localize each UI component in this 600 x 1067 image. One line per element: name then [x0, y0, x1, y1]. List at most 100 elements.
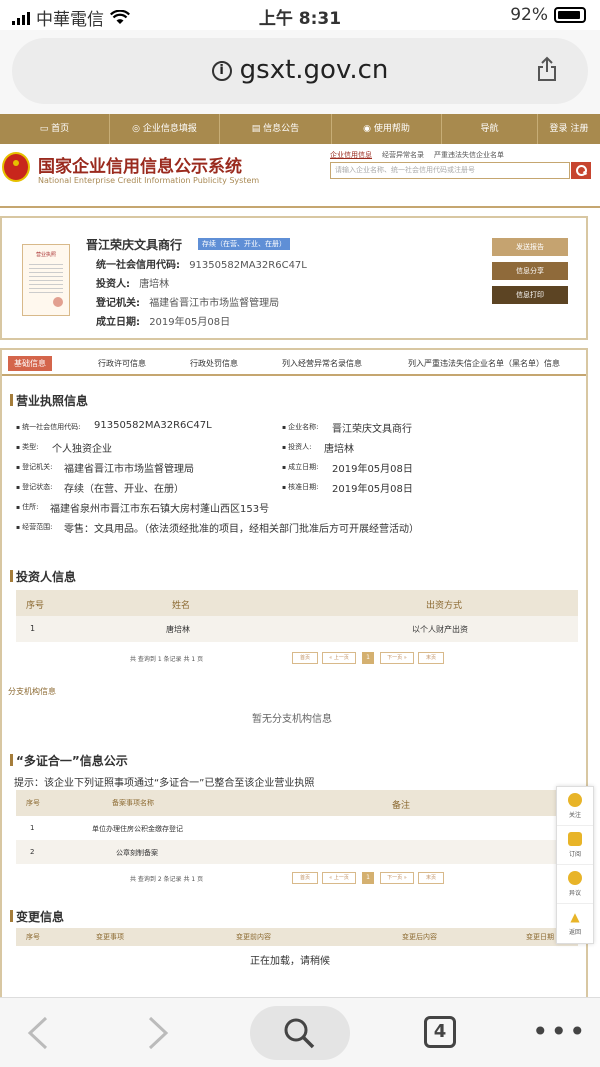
registration-authority: 福建省晋江市市场监督管理局: [149, 298, 280, 309]
send-report-button[interactable]: 发送报告: [492, 238, 568, 256]
more-icon[interactable]: •••: [532, 1018, 588, 1046]
field-label: 类型:: [16, 442, 38, 452]
pager-next[interactable]: 下一页 »: [380, 872, 414, 884]
field-label: 成立日期:: [96, 317, 140, 328]
field-label: 住所:: [16, 502, 38, 512]
company-name: 晋江荣庆文具商行: [86, 238, 183, 252]
field-label: 登记机关:: [16, 462, 52, 472]
field-value: 2019年05月08日: [332, 484, 413, 495]
field-label: 统一社会信用代码:: [16, 422, 80, 432]
section-heading-investors: 投资人信息: [10, 568, 76, 585]
search-tab-abnormal[interactable]: 经营异常名录: [382, 150, 424, 160]
battery-icon: [554, 7, 586, 23]
tab-blacklist[interactable]: 列入严重违法失信企业名单（黑名单）信息: [408, 358, 560, 369]
nav-home[interactable]: ▭ 首页: [0, 114, 110, 144]
plus-icon: [568, 832, 582, 846]
detail-card: 基础信息 行政许可信息 行政处罚信息 列入经营异常名录信息 列入严重违法失信企业…: [0, 348, 588, 997]
pager-current[interactable]: 1: [362, 872, 374, 884]
loading-text: 正在加载，请稍候: [250, 956, 330, 967]
pager-first[interactable]: 首页: [292, 872, 318, 884]
site-subtitle: National Enterprise Credit Information P…: [38, 176, 260, 185]
pager-next[interactable]: 下一页 »: [380, 652, 414, 664]
field-label: 成立日期:: [282, 462, 318, 472]
pager-prev[interactable]: « 上一页: [322, 652, 356, 664]
url-text: gsxt.gov.cn: [239, 55, 389, 85]
pager-last[interactable]: 末页: [418, 872, 444, 884]
field-value: 福建省泉州市晋江市东石镇大房村蓬山西区153号: [50, 504, 270, 515]
share-info-button[interactable]: 信息分享: [492, 262, 568, 280]
field-label: 投资人:: [96, 279, 130, 290]
share-icon[interactable]: [536, 56, 558, 82]
pager-last[interactable]: 末页: [418, 652, 444, 664]
floating-menu: 关注 订阅 异议 ▲ 返回: [556, 786, 594, 944]
company-summary-card: 营业执照 晋江荣庆文具商行 存续（在营、开业、在册） 统一社会信用代码: 913…: [0, 216, 588, 340]
forward-icon[interactable]: [146, 1016, 170, 1050]
tab-abnormal-list[interactable]: 列入经营异常名录信息: [282, 358, 362, 369]
status-bar: 中華電信 上午 8:31 92%: [0, 0, 600, 30]
nav-announcements[interactable]: ▤ 信息公告: [220, 114, 332, 144]
search-tab-credit[interactable]: 企业信用信息: [330, 150, 372, 160]
site-title: 国家企业信用信息公示系统: [38, 157, 242, 177]
info-icon[interactable]: i: [211, 61, 232, 81]
register-link[interactable]: 注册: [570, 124, 588, 134]
field-value: 2019年05月08日: [332, 464, 413, 475]
search-button[interactable]: [250, 1006, 350, 1060]
status-badge: 存续（在营、开业、在册）: [198, 238, 290, 250]
section-heading-branches: 分支机构信息: [8, 687, 56, 696]
license-thumbnail[interactable]: 营业执照: [22, 244, 70, 316]
help-icon: ◉: [363, 124, 374, 134]
investor-name: 唐培林: [139, 279, 170, 290]
established-date: 2019年05月08日: [149, 317, 231, 328]
multi-cert-note: 提示：该企业下列证照事项通过“多证合一”已整合至该企业营业执照: [14, 778, 315, 789]
field-value: 个人独资企业: [52, 444, 112, 455]
tab-admin-penalty[interactable]: 行政处罚信息: [190, 358, 238, 369]
browser-toolbar: 4 •••: [0, 997, 600, 1067]
nav-navigation[interactable]: 导航: [442, 114, 538, 144]
search-input[interactable]: 请输入企业名称、统一社会信用代码或注册号: [330, 162, 570, 179]
branches-empty: 暂无分支机构信息: [252, 714, 332, 725]
investors-table-header: 序号 姓名 出资方式: [16, 590, 578, 616]
multi-cert-table-header: 序号 备案事项名称 备注: [16, 790, 578, 816]
nav-help[interactable]: ◉ 使用帮助: [332, 114, 442, 144]
section-heading-changes: 变更信息: [10, 908, 64, 925]
login-link[interactable]: 登录: [550, 124, 568, 134]
back-icon[interactable]: [26, 1016, 50, 1050]
info-tabs: 基础信息 行政许可信息 行政处罚信息 列入经营异常名录信息 列入严重违法失信企业…: [2, 350, 586, 376]
field-label: 经营范围:: [16, 522, 52, 532]
report-icon: ◎: [132, 124, 143, 134]
tab-admin-license[interactable]: 行政许可信息: [98, 358, 146, 369]
address-bar[interactable]: i gsxt.gov.cn: [12, 38, 588, 104]
nav-enterprise-report[interactable]: ◎ 企业信息填报: [110, 114, 220, 144]
search-tabs: 企业信用信息 经营异常名录 严重违法失信企业名单: [330, 150, 504, 160]
section-heading-multi-cert: “多证合一”信息公示: [10, 752, 128, 769]
field-label: 核准日期:: [282, 482, 318, 492]
web-page: ▭ 首页 ◎ 企业信息填报 ▤ 信息公告 ◉ 使用帮助 导航 登录 注册 国家企…: [0, 114, 600, 997]
objection-button[interactable]: 异议: [557, 865, 593, 904]
back-to-top-button[interactable]: ▲ 返回: [557, 904, 593, 943]
home-icon: ▭: [39, 124, 52, 134]
table-row: 1 单位办理住房公积金缴存登记: [30, 824, 183, 833]
site-header: 国家企业信用信息公示系统 National Enterprise Credit …: [0, 144, 600, 208]
star-icon: [568, 793, 582, 807]
arrow-up-icon: ▲: [570, 910, 580, 924]
search-tab-blacklist[interactable]: 严重违法失信企业名单: [434, 150, 504, 160]
table-row: 1 唐培林 以个人财产出资: [16, 616, 578, 642]
tabs-button[interactable]: 4: [424, 1016, 456, 1048]
field-value: 唐培林: [324, 444, 354, 455]
pager-current[interactable]: 1: [362, 652, 374, 664]
follow-button[interactable]: 关注: [557, 787, 593, 826]
pagination-summary: 共 查询到 2 条记录 共 1 页: [130, 876, 204, 883]
subscribe-button[interactable]: 订阅: [557, 826, 593, 865]
battery-percent: 92%: [510, 5, 548, 25]
field-value: 晋江荣庆文具商行: [332, 424, 412, 435]
pager-first[interactable]: 首页: [292, 652, 318, 664]
pager-prev[interactable]: « 上一页: [322, 872, 356, 884]
announce-icon: ▤: [251, 124, 264, 134]
national-emblem-icon: [2, 152, 30, 182]
print-info-button[interactable]: 信息打印: [492, 286, 568, 304]
field-label: 登记机关:: [96, 298, 140, 309]
field-label: 统一社会信用代码:: [96, 260, 180, 271]
field-value: 91350582MA32R6C47L: [94, 420, 212, 431]
search-button[interactable]: [571, 162, 591, 179]
tab-basic-info[interactable]: 基础信息: [8, 356, 52, 371]
